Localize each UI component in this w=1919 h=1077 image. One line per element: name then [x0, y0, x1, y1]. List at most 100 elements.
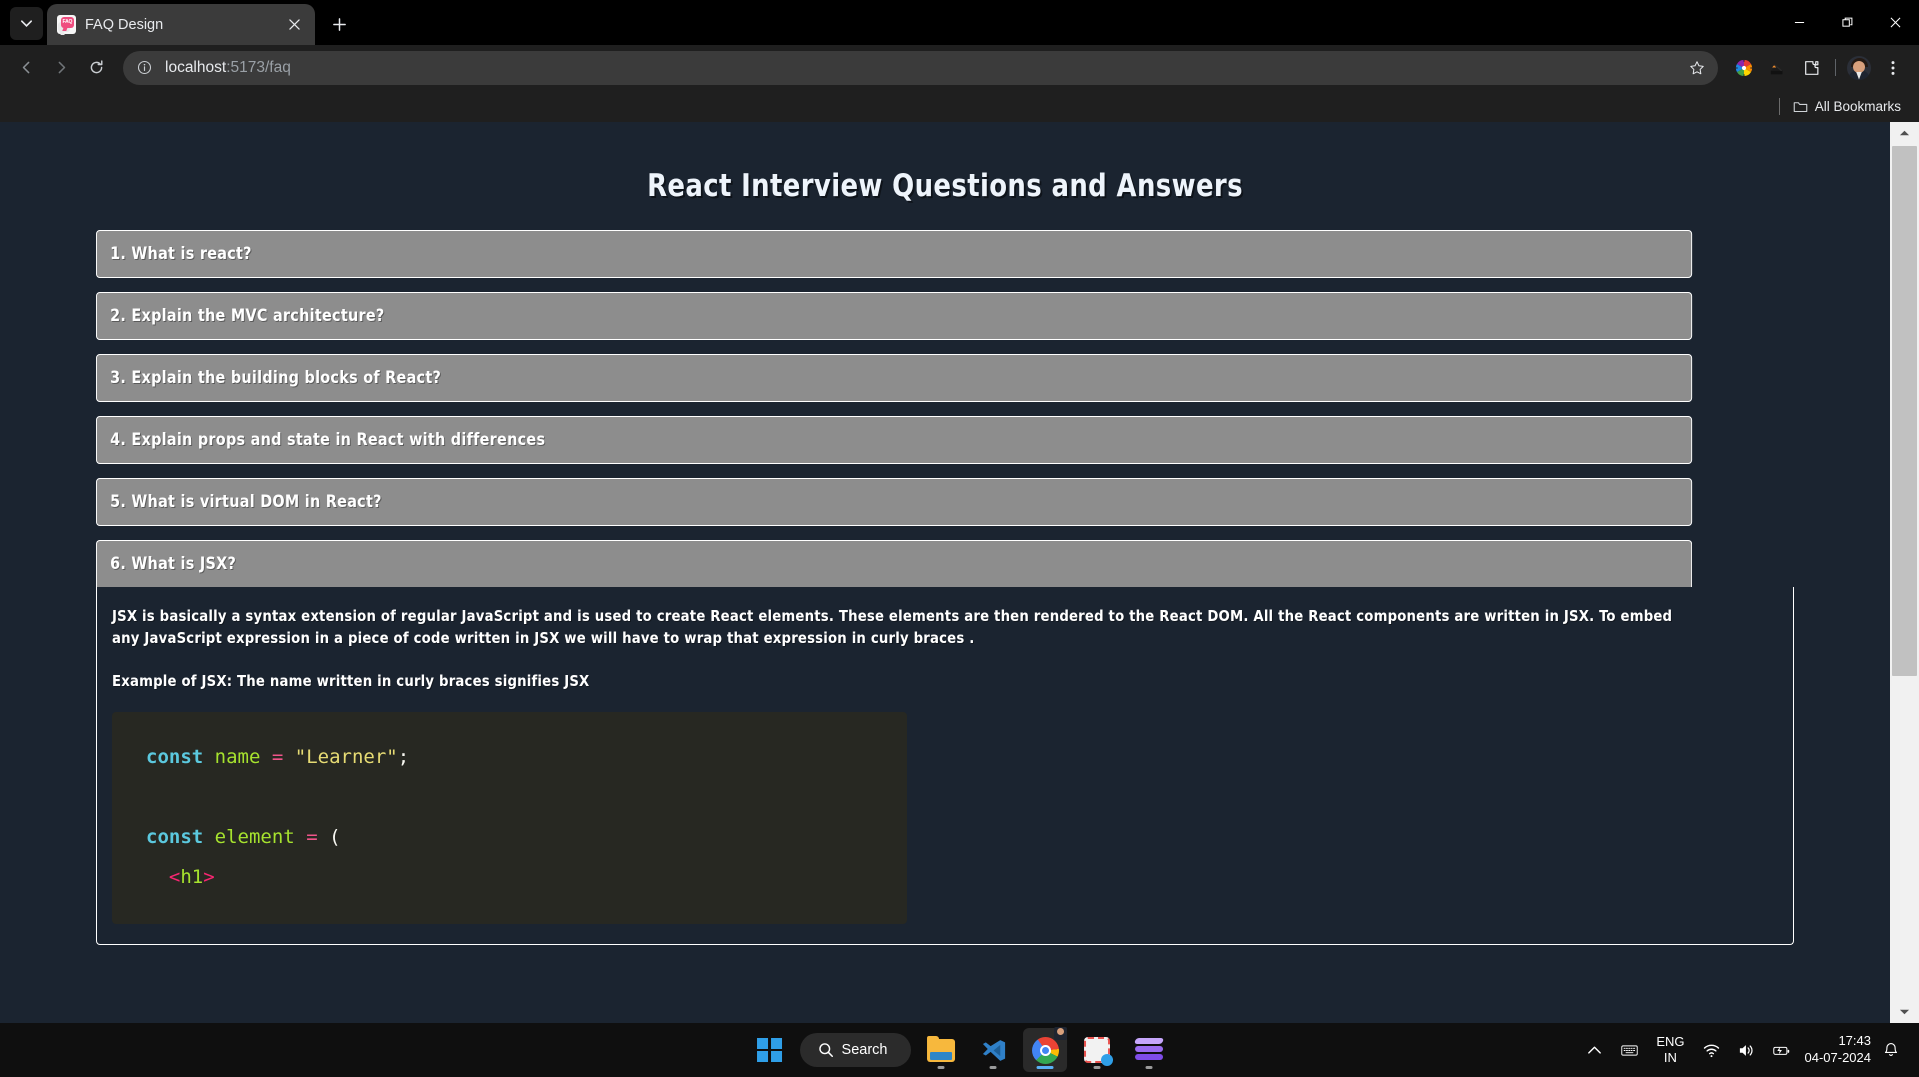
code-tag: h1	[180, 866, 204, 889]
taskbar-snipping-tool[interactable]	[1075, 1028, 1119, 1072]
window-controls	[1775, 0, 1919, 45]
bookmark-star-button[interactable]	[1684, 55, 1710, 81]
all-bookmarks-button[interactable]: All Bookmarks	[1787, 96, 1907, 117]
start-button[interactable]	[748, 1028, 792, 1072]
tray-overflow-button[interactable]	[1577, 1028, 1612, 1072]
bookmark-star-icon	[1690, 60, 1704, 74]
vscode-icon	[982, 1039, 1006, 1061]
code-string: "Learner"	[294, 746, 398, 769]
taskbar-chrome[interactable]	[1023, 1027, 1068, 1072]
faq-question[interactable]: 6. What is JSX?	[96, 540, 1693, 587]
minimize-button[interactable]	[1775, 0, 1823, 45]
faq-item: 5. What is virtual DOM in React?	[96, 478, 1794, 526]
browser-tab[interactable]: FAQ FAQ Design	[47, 4, 315, 45]
page-title-text: React Interview Questions and Answers	[647, 168, 1243, 204]
all-bookmarks-label: All Bookmarks	[1814, 98, 1901, 114]
faq-page: React Interview Questions and Answers 1.…	[0, 122, 1890, 1023]
close-icon	[1890, 17, 1900, 28]
browser-toolbar: localhost:5173/faq	[0, 45, 1919, 90]
file-explorer-icon	[927, 1035, 956, 1062]
faq-question[interactable]: 3. Explain the building blocks of React?	[96, 354, 1693, 402]
address-bar[interactable]: localhost:5173/faq	[123, 50, 1718, 85]
back-icon	[22, 61, 30, 74]
scroll-down-button[interactable]	[1890, 1001, 1919, 1023]
restore-icon	[1841, 17, 1852, 27]
clipchamp-icon	[1134, 1038, 1165, 1062]
chrome-icon	[1031, 1036, 1059, 1064]
taskbar-clipchamp[interactable]	[1127, 1028, 1171, 1072]
windows-taskbar: Search ENG IN 17:43 04-07-2024	[0, 1023, 1919, 1077]
faq-item: 3. Explain the building blocks of React?	[96, 354, 1794, 402]
faq-question[interactable]: 2. Explain the MVC architecture?	[96, 292, 1693, 340]
extensions-button[interactable]	[1796, 52, 1828, 84]
dark-extension-button[interactable]	[1762, 52, 1794, 84]
faq-answer-panel: JSX is basically a syntax extension of r…	[96, 587, 1794, 945]
keyboard-button[interactable]	[1612, 1028, 1647, 1072]
code-block: const name = "Learner"; const element = …	[112, 712, 907, 924]
faq-list: 1. What is react? 2. Explain the MVC arc…	[0, 204, 1890, 945]
faq-question[interactable]: 1. What is react?	[96, 230, 1693, 278]
windows-logo-icon	[757, 1037, 782, 1063]
faq-answer-paragraph: JSX is basically a syntax extension of r…	[112, 607, 1673, 648]
info-icon	[137, 60, 152, 75]
battery-button[interactable]	[1764, 1028, 1799, 1072]
chrome-menu-icon	[1891, 60, 1895, 75]
code-operator: =	[271, 746, 284, 769]
forward-button[interactable]	[45, 51, 78, 84]
taskbar-file-explorer[interactable]	[919, 1028, 963, 1072]
back-button[interactable]	[10, 51, 43, 84]
wifi-button[interactable]	[1694, 1028, 1729, 1072]
code-variable: element	[214, 826, 295, 849]
tab-strip: FAQ FAQ Design	[0, 0, 1919, 45]
faq-item: 1. What is react?	[96, 230, 1794, 278]
plus-icon	[332, 17, 346, 31]
color-picker-extension-icon	[1735, 58, 1753, 77]
profile-avatar	[1847, 55, 1871, 80]
language-indicator[interactable]: ENG IN	[1647, 1034, 1693, 1067]
language-primary: ENG	[1656, 1033, 1685, 1049]
minimize-icon	[1794, 21, 1804, 24]
tab-search-button[interactable]	[10, 7, 43, 40]
chevron-up-icon	[1899, 130, 1910, 136]
faq-question[interactable]: 4. Explain props and state in React with…	[96, 416, 1693, 464]
code-keyword: const	[146, 826, 204, 849]
language-secondary: IN	[1663, 1050, 1677, 1065]
code-bracket-open: <	[168, 866, 181, 889]
scroll-up-button[interactable]	[1890, 122, 1919, 144]
close-icon	[288, 19, 300, 30]
close-window-button[interactable]	[1871, 0, 1919, 45]
taskbar-search-label: Search	[841, 1042, 888, 1058]
url-path: :5173/faq	[226, 58, 291, 76]
url-host: localhost	[165, 58, 227, 76]
site-info-button[interactable]	[134, 57, 155, 78]
taskbar-vscode[interactable]	[971, 1028, 1015, 1072]
faq-question[interactable]: 5. What is virtual DOM in React?	[96, 478, 1693, 526]
code-semicolon: ;	[397, 746, 410, 769]
maximize-button[interactable]	[1823, 0, 1871, 45]
browser-window: FAQ FAQ Design localhost:5173/faq All Bo…	[0, 0, 1919, 1023]
scrollbar-thumb[interactable]	[1892, 146, 1917, 676]
notifications-button[interactable]	[1881, 1028, 1911, 1072]
chrome-menu-button[interactable]	[1877, 52, 1909, 84]
code-paren: (	[329, 826, 341, 849]
code-keyword: const	[146, 746, 204, 769]
volume-icon	[1739, 1044, 1753, 1056]
new-tab-button[interactable]	[324, 9, 354, 39]
color-picker-extension-button[interactable]	[1728, 52, 1760, 84]
toolbar-divider	[1835, 59, 1836, 76]
clock[interactable]: 17:43 04-07-2024	[1799, 1033, 1882, 1067]
favicon-label: FAQ	[62, 19, 73, 25]
taskbar-search[interactable]: Search	[799, 1033, 912, 1067]
tab-close-button[interactable]	[283, 14, 305, 36]
extension-icon	[1770, 63, 1783, 74]
reload-button[interactable]	[80, 51, 113, 84]
page-scrollbar[interactable]	[1890, 122, 1919, 1023]
taskbar-apps: Search	[748, 1027, 1172, 1072]
chevron-down-icon	[1899, 1009, 1910, 1015]
snipping-tool-icon	[1084, 1037, 1114, 1066]
reload-icon	[90, 60, 103, 74]
volume-button[interactable]	[1729, 1028, 1764, 1072]
profile-button[interactable]	[1843, 52, 1875, 84]
chrome-profile-badge	[1054, 1027, 1068, 1040]
page-title: React Interview Questions and Answers	[66, 122, 1824, 204]
